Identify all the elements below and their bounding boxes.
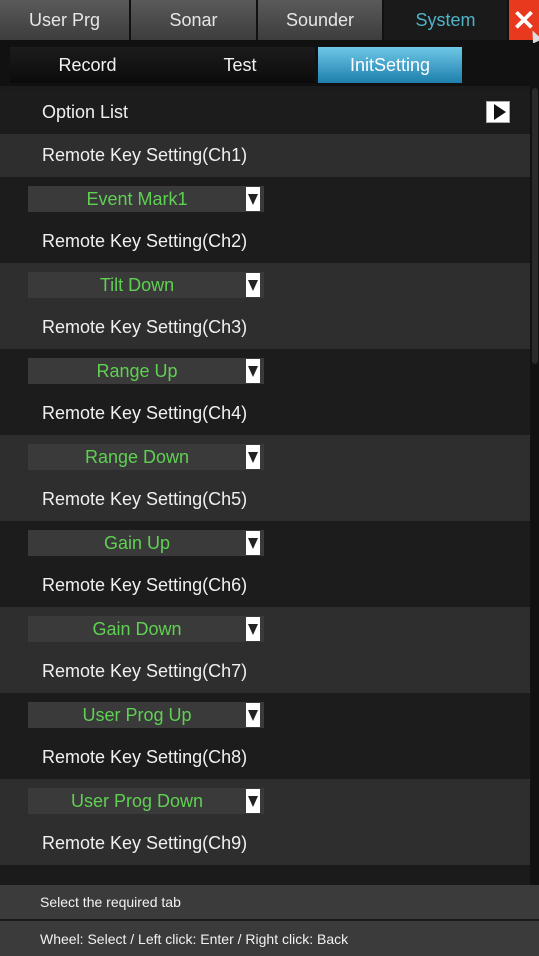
dropdown-ch7[interactable]: User Prog Up: [28, 702, 264, 728]
setting-label-ch6: Remote Key Setting(Ch6): [0, 564, 530, 607]
main-tab-bar: User Prg Sonar Sounder System ✕: [0, 0, 539, 44]
setting-label-ch3: Remote Key Setting(Ch3): [0, 306, 530, 349]
sub-tab-bar: Record Test InitSetting: [0, 43, 539, 86]
dropdown-ch3[interactable]: Range Up: [28, 358, 264, 384]
chevron-down-icon: [246, 617, 260, 641]
tab-system[interactable]: System: [384, 0, 509, 40]
setting-value-row-ch2: Tilt Down: [0, 263, 530, 306]
dropdown-ch1[interactable]: Event Mark1: [28, 186, 264, 212]
chevron-down-icon: [246, 703, 260, 727]
dropdown-ch8[interactable]: User Prog Down: [28, 788, 264, 814]
setting-label-ch5: Remote Key Setting(Ch5): [0, 478, 530, 521]
tab-sonar[interactable]: Sonar: [131, 0, 258, 40]
option-list-row[interactable]: Option List: [0, 91, 530, 134]
status-hint: Select the required tab: [0, 885, 539, 920]
setting-label-ch8: Remote Key Setting(Ch8): [0, 736, 530, 779]
option-list-label: Option List: [42, 102, 129, 122]
setting-label-ch9: Remote Key Setting(Ch9): [0, 822, 530, 865]
setting-label-ch4: Remote Key Setting(Ch4): [0, 392, 530, 435]
chevron-down-icon: [246, 359, 260, 383]
dropdown-ch6[interactable]: Gain Down: [28, 616, 264, 642]
controls-hint: Wheel: Select / Left click: Enter / Righ…: [0, 921, 539, 956]
tab-test[interactable]: Test: [165, 47, 315, 83]
setting-value-row-ch1: Event Mark1: [0, 177, 530, 220]
setting-value-row-ch8: User Prog Down: [0, 779, 530, 822]
setting-value-row-ch6: Gain Down: [0, 607, 530, 650]
scrollbar-thumb[interactable]: [532, 88, 538, 364]
setting-value-row-ch4: Range Down: [0, 435, 530, 478]
setting-value-row-ch3: Range Up: [0, 349, 530, 392]
chevron-down-icon: [246, 445, 260, 469]
setting-label-ch2: Remote Key Setting(Ch2): [0, 220, 530, 263]
setting-label-ch7: Remote Key Setting(Ch7): [0, 650, 530, 693]
chevron-down-icon: [246, 531, 260, 555]
mouse-cursor-icon: [527, 28, 539, 44]
tab-sounder[interactable]: Sounder: [258, 0, 384, 40]
dropdown-ch5[interactable]: Gain Up: [28, 530, 264, 556]
setting-value-row-ch7: User Prog Up: [0, 693, 530, 736]
chevron-down-icon: [246, 789, 260, 813]
setting-value-row-ch5: Gain Up: [0, 521, 530, 564]
dropdown-ch2[interactable]: Tilt Down: [28, 272, 264, 298]
scrollbar[interactable]: [530, 86, 539, 885]
tab-initsetting[interactable]: InitSetting: [318, 47, 462, 83]
tab-record[interactable]: Record: [10, 47, 165, 83]
tab-user-prg[interactable]: User Prg: [0, 0, 131, 40]
settings-list: Option List Remote Key Setting(Ch1) Even…: [0, 86, 530, 885]
chevron-down-icon: [246, 273, 260, 297]
play-icon[interactable]: [486, 101, 510, 123]
dropdown-ch4[interactable]: Range Down: [28, 444, 264, 470]
chevron-down-icon: [246, 187, 260, 211]
setting-label-ch1: Remote Key Setting(Ch1): [0, 134, 530, 177]
